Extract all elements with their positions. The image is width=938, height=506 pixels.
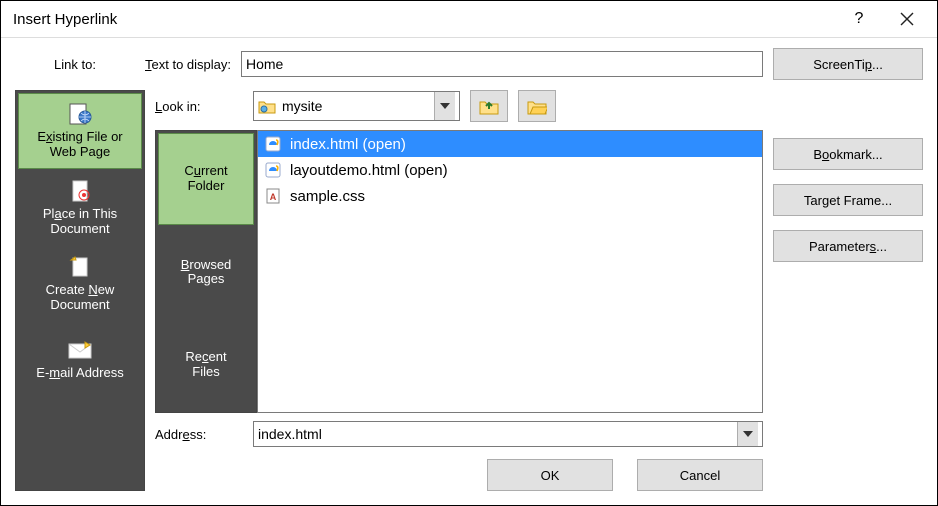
file-name: index.html (open) — [290, 136, 406, 153]
look-in-label: Look in: — [155, 99, 243, 114]
ie-icon — [264, 135, 282, 153]
browse-tabs: Current Folder Browsed Pages — [155, 130, 257, 413]
look-in-value: mysite — [282, 98, 434, 114]
chevron-down-icon — [434, 92, 455, 120]
tab-recent-files[interactable]: Recent Files — [158, 320, 254, 410]
css-file-icon: A — [264, 187, 282, 205]
help-button[interactable]: ? — [837, 4, 881, 34]
look-in-combo[interactable]: mysite — [253, 91, 460, 121]
browse-button[interactable] — [518, 90, 556, 122]
linkto-place-in-doc[interactable]: Place in This Document — [18, 171, 142, 245]
link-to-list: Existing File or Web Page Place in This — [15, 90, 145, 491]
link-to-label: Link to: — [15, 57, 135, 72]
linkto-existing-file[interactable]: Existing File or Web Page — [18, 93, 142, 169]
file-list[interactable]: index.html (open) layoutdemo.html (open — [257, 130, 763, 413]
screentip-button[interactable]: ScreenTip... — [773, 48, 923, 80]
address-label: Address: — [155, 427, 243, 442]
cancel-button[interactable]: Cancel — [637, 459, 763, 491]
file-name: sample.css — [290, 188, 365, 205]
file-item[interactable]: index.html (open) — [258, 131, 762, 157]
file-item[interactable]: A sample.css — [258, 183, 762, 209]
ok-button[interactable]: OK — [487, 459, 613, 491]
text-to-display-label: Text to display: — [145, 57, 231, 72]
address-combo[interactable]: index.html — [253, 421, 763, 447]
parameters-button[interactable]: Parameters... — [773, 230, 923, 262]
document-new-icon — [66, 255, 94, 279]
svg-text:A: A — [270, 192, 277, 202]
folder-up-icon — [479, 97, 499, 115]
side-buttons: Bookmark... Target Frame... Parameters..… — [773, 90, 923, 491]
close-button[interactable] — [885, 4, 929, 34]
file-name: layoutdemo.html (open) — [290, 162, 448, 179]
document-target-icon — [66, 179, 94, 203]
titlebar: Insert Hyperlink ? — [1, 1, 937, 38]
folder-open-icon — [527, 97, 547, 115]
ie-icon — [264, 161, 282, 179]
text-to-display-input[interactable] — [241, 51, 763, 77]
link-to-panel: Existing File or Web Page Place in This — [15, 90, 145, 491]
dialog-title: Insert Hyperlink — [13, 11, 833, 28]
insert-hyperlink-dialog: Insert Hyperlink ? Link to: Text to disp… — [0, 0, 938, 506]
target-frame-button[interactable]: Target Frame... — [773, 184, 923, 216]
bookmark-button[interactable]: Bookmark... — [773, 138, 923, 170]
address-value: index.html — [258, 426, 737, 442]
globe-page-icon — [66, 102, 94, 126]
folder-icon — [258, 98, 276, 114]
file-item[interactable]: layoutdemo.html (open) — [258, 157, 762, 183]
tab-browsed-pages[interactable]: Browsed Pages — [158, 227, 254, 317]
linkto-email[interactable]: E-mail Address — [18, 323, 142, 397]
tab-current-folder[interactable]: Current Folder — [158, 133, 254, 225]
linkto-create-new[interactable]: Create New Document — [18, 247, 142, 321]
up-folder-button[interactable] — [470, 90, 508, 122]
close-icon — [900, 12, 914, 26]
mail-icon — [66, 338, 94, 362]
chevron-down-icon — [737, 422, 758, 446]
